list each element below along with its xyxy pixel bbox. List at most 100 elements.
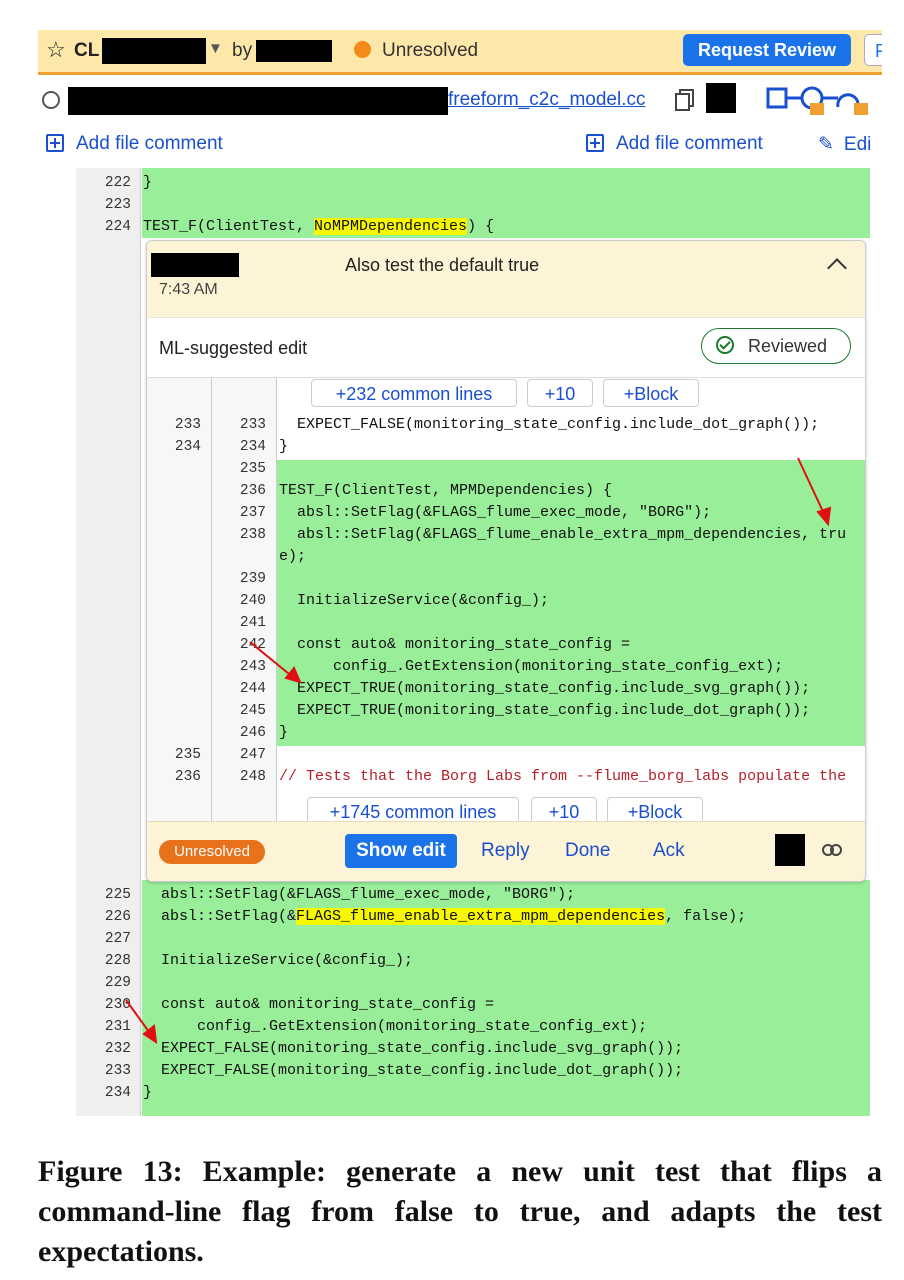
code-line: } [143,174,153,191]
show-edit-button[interactable]: Show edit [345,834,457,868]
diff-code-line: e); [279,548,307,565]
diff-code-line: } [279,724,289,741]
code-line: absl::SetFlag(&FLAGS_flume_exec_mode, "B… [143,886,576,903]
link-icon[interactable] [822,844,842,856]
line-number: 222 [104,175,131,191]
new-line-number: 239 [239,571,266,587]
file-header: freeform_c2c_model.cc [38,75,882,123]
line-number: 223 [104,197,131,213]
code-segment: , false); [665,908,747,925]
screenshot: ☆ CL ▼ by Unresolved Request Review F fr… [38,30,882,1116]
diff-code-line: absl::SetFlag(&FLAGS_flume_enable_extra_… [279,526,847,543]
file-comment-bar: Add file comment Add file comment ✎ Edi [38,123,882,168]
diff-code-line: TEST_F(ClientTest, MPMDependencies) { [279,482,613,499]
comment-time: 7:43 AM [159,281,218,298]
code-line: } [143,1084,153,1101]
line-number: 226 [104,909,131,925]
new-line-number: 243 [239,659,266,675]
new-line-number: 238 [239,527,266,543]
redacted-reviewer [151,253,239,277]
copy-icon[interactable] [674,88,696,112]
reviewed-label: Reviewed [748,336,828,356]
ml-suggested-edit-title: ML-suggested edit [159,338,308,358]
redacted-cl-number [102,38,206,64]
add-comment-icon [586,134,604,152]
ml-suggested-edit-row: ML-suggested edit Reviewed [147,317,865,378]
diff-code-line: InitializeService(&config_); [279,592,550,609]
comment-actions: Unresolved Show edit Reply Done Ack [147,821,865,881]
code-segment: TEST_F(ClientTest, [143,218,315,235]
old-line-number: 233 [174,417,201,433]
star-icon[interactable]: ☆ [46,38,66,62]
line-number: 227 [104,931,131,947]
expand-block-top-button[interactable]: +Block [603,379,699,407]
edit-button[interactable]: ✎ Edi [818,133,871,156]
more-button[interactable]: F [864,34,882,66]
add-file-comment-right-button[interactable]: Add file comment [586,133,763,155]
code-line: config_.GetExtension(monitoring_state_co… [143,1018,648,1035]
code-line: EXPECT_FALSE(monitoring_state_config.inc… [143,1040,684,1057]
diff-code-line: const auto& monitoring_state_config = [279,636,631,653]
new-line-number: 246 [239,725,266,741]
reply-button[interactable]: Reply [481,840,530,862]
chevron-up-icon[interactable] [827,258,847,278]
ack-button[interactable]: Ack [653,840,685,862]
comment-text: Also test the default true [345,255,540,275]
redacted-author [256,40,332,62]
line-number: 234 [104,1085,131,1101]
line-number: 224 [104,219,131,235]
line-number: 230 [104,997,131,1013]
status-dot-icon [354,41,371,58]
add-file-comment-left-button[interactable]: Add file comment [46,133,223,155]
add-file-comment-label: Add file comment [76,133,223,154]
code-segment: ) { [467,218,495,235]
diff-code-line: EXPECT_FALSE(monitoring_state_config.inc… [279,416,820,433]
redacted-avatar [775,834,805,866]
redacted-file-path [68,87,448,115]
new-line-number: 233 [239,417,266,433]
old-line-number: 235 [174,747,201,763]
edit-label: Edi [843,134,872,155]
file-name-link[interactable]: freeform_c2c_model.cc [448,89,645,111]
code-line: InitializeService(&config_); [143,952,414,969]
diff-graph-icon[interactable] [766,83,876,117]
diff-code-line: absl::SetFlag(&FLAGS_flume_exec_mode, "B… [279,504,712,521]
new-line-number: 244 [239,681,266,697]
diff-code-line: } [279,438,289,455]
chevron-down-icon[interactable]: ▼ [208,40,223,57]
expand-10-top-button[interactable]: +10 [527,379,593,407]
new-line-number: 248 [239,769,266,785]
diff-code-line: // Tests that the Borg Labs from --flume… [279,768,847,785]
unresolved-badge: Unresolved [159,840,265,864]
new-line-number: 245 [239,703,266,719]
line-number: 228 [104,953,131,969]
by-label: by [232,40,253,61]
comment-thread: Also test the default true 7:43 AM ML-su… [146,240,866,882]
highlighted-token: FLAGS_flume_enable_extra_mpm_dependencie… [296,908,666,925]
request-review-button[interactable]: Request Review [683,34,851,66]
highlighted-token: NoMPMDependencies [314,218,468,235]
add-comment-icon [46,134,64,152]
new-line-number: 241 [239,615,266,631]
done-button[interactable]: Done [565,840,610,862]
old-line-number: 234 [174,439,201,455]
code-line: absl::SetFlag(&FLAGS_flume_enable_extra_… [143,908,746,925]
new-line-number: 235 [239,461,266,477]
new-line-number: 242 [239,637,266,653]
file-select-radio[interactable] [42,91,60,109]
diff-code-line: EXPECT_TRUE(monitoring_state_config.incl… [279,702,811,719]
comment-header[interactable]: Also test the default true 7:43 AM [147,241,865,317]
redacted-icon [706,83,736,113]
code-line: EXPECT_FALSE(monitoring_state_config.inc… [143,1062,684,1079]
suggested-diff: +232 common lines +10 +Block 233 233 EXPE… [147,377,865,825]
pencil-icon: ✎ [818,134,834,155]
code-line: const auto& monitoring_state_config = [143,996,495,1013]
status-text: Unresolved [382,40,479,61]
code-view: 222 } 223 224 TEST_F(ClientTest, NoMPMDe… [38,168,882,1116]
reviewed-badge[interactable]: Reviewed [701,328,851,364]
line-number-gutter [76,168,141,1116]
line-number: 233 [104,1063,131,1079]
cl-label: CL [74,40,100,61]
expand-common-lines-top-button[interactable]: +232 common lines [311,379,517,407]
new-line-number: 237 [239,505,266,521]
